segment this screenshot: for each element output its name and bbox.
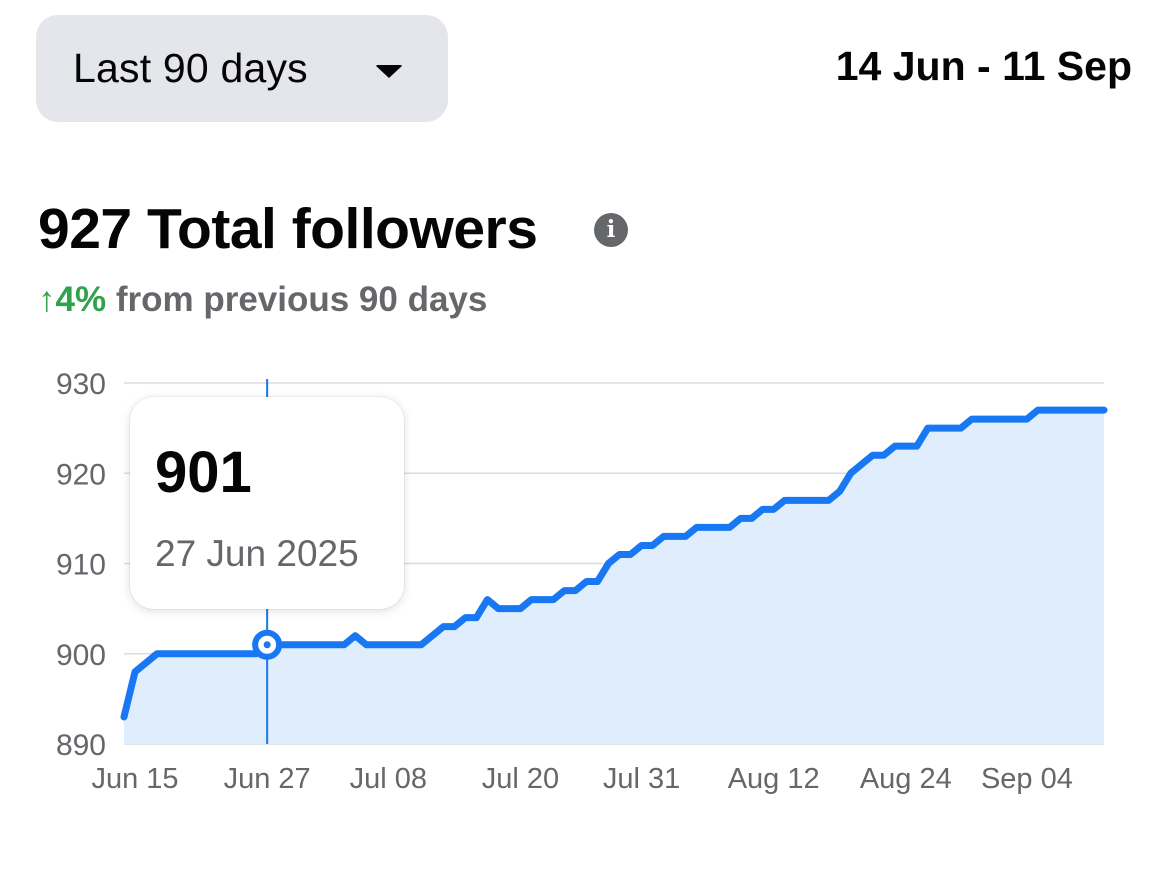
y-tick-label: 930 <box>56 368 106 401</box>
y-tick-label: 920 <box>56 458 106 491</box>
tooltip-value: 901 <box>155 440 252 505</box>
date-range-text: 14 Jun - 11 Sep <box>835 43 1132 89</box>
change-description: from previous 90 days <box>115 280 488 319</box>
highlight-point-center <box>263 641 271 649</box>
change-percent: ↑4% <box>38 280 107 319</box>
x-tick-label: Jul 20 <box>482 763 559 795</box>
x-tick-label: Sep 04 <box>981 763 1073 795</box>
x-tick-label: Jun 27 <box>224 763 311 795</box>
x-tick-label: Aug 24 <box>860 763 952 795</box>
date-range-dropdown-label: Last 90 days <box>73 45 308 91</box>
tooltip-date: 27 Jun 2025 <box>155 533 359 574</box>
y-tick-label: 890 <box>56 729 106 762</box>
info-icon[interactable]: i <box>594 213 628 247</box>
chart-tooltip: 901 27 Jun 2025 <box>130 397 404 609</box>
y-tick-label: 900 <box>56 639 106 672</box>
y-tick-label: 910 <box>56 549 106 582</box>
date-range-dropdown[interactable]: Last 90 days <box>36 15 448 122</box>
caret-down-icon <box>375 65 403 78</box>
total-followers-heading: 927 Total followers <box>38 197 538 261</box>
x-tick-label: Jul 08 <box>350 763 427 795</box>
x-tick-label: Jun 15 <box>91 763 178 795</box>
x-tick-label: Jul 31 <box>603 763 680 795</box>
follower-change: ↑4% from previous 90 days <box>38 280 487 320</box>
x-tick-label: Aug 12 <box>728 763 820 795</box>
